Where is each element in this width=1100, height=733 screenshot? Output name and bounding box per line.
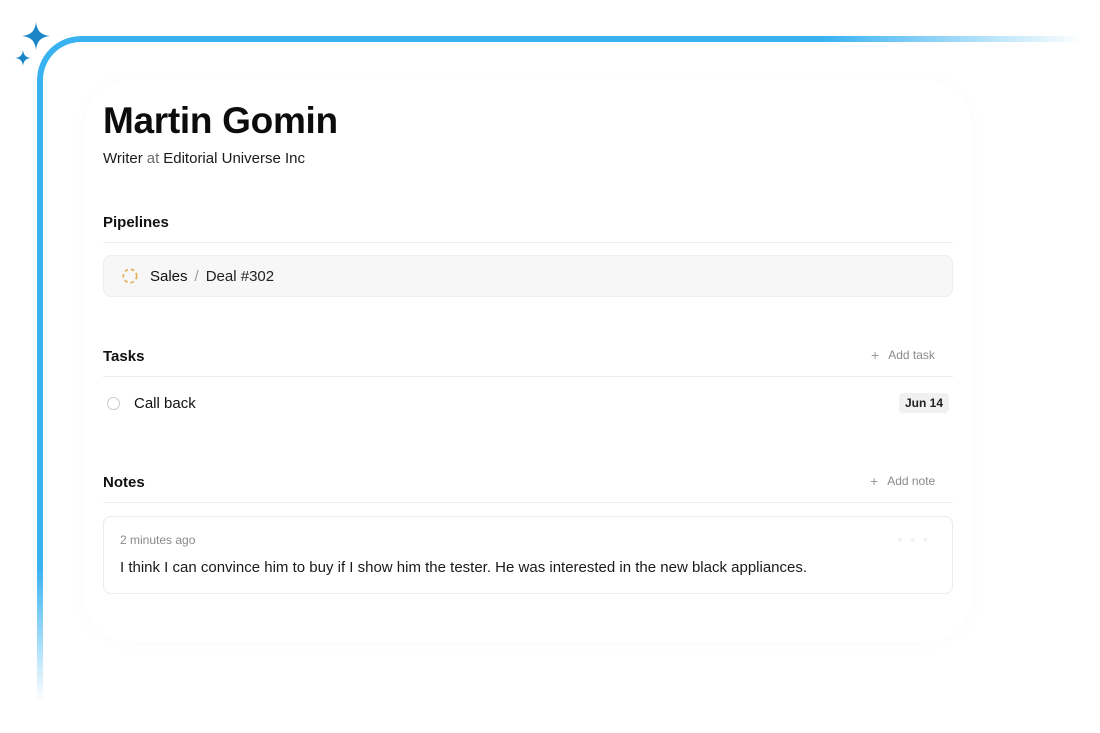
task-due-badge: Jun 14 xyxy=(898,393,949,413)
contact-role: Writer xyxy=(103,150,143,167)
contact-subtitle: Writer at Editorial Universe Inc xyxy=(103,150,305,167)
at-label: at xyxy=(146,150,160,167)
contact-company[interactable]: Editorial Universe Inc xyxy=(163,150,305,167)
pipelines-divider xyxy=(103,242,953,243)
tasks-divider xyxy=(103,376,953,377)
stage: Martin Gomin Writer at Editorial Universe … xyxy=(0,0,1100,733)
task-checkbox[interactable] xyxy=(107,396,120,410)
pipeline-item[interactable]: Sales / Deal #302 xyxy=(103,255,953,297)
add-task-button[interactable]: + Add task xyxy=(871,348,935,362)
task-label[interactable]: Call back xyxy=(134,395,196,412)
notes-title: Notes xyxy=(103,474,145,491)
note-text: I think I can convince him to buy if I s… xyxy=(120,559,808,576)
pipelines-title: Pipelines xyxy=(103,214,169,231)
pipeline-name: Sales xyxy=(150,267,188,285)
plus-icon: + xyxy=(871,347,880,363)
add-note-label: Add note xyxy=(887,474,936,488)
add-note-button[interactable]: + Add note xyxy=(870,474,935,488)
task-item: Call back Jun 14 xyxy=(103,390,953,416)
more-icon[interactable]: • • • xyxy=(898,531,930,547)
dashed-circle-icon xyxy=(122,268,138,284)
sparkle-icon xyxy=(15,50,31,66)
add-task-label: Add task xyxy=(888,348,935,362)
pipeline-deal: Deal #302 xyxy=(205,267,275,285)
tasks-title: Tasks xyxy=(103,348,145,365)
note-item[interactable]: 2 minutes ago I think I can convince him… xyxy=(103,516,953,594)
contact-name: Martin Gomin xyxy=(103,100,338,141)
plus-icon: + xyxy=(870,473,879,489)
pipeline-separator: / xyxy=(194,267,199,285)
note-timestamp: 2 minutes ago xyxy=(120,533,196,547)
sparkle-icon xyxy=(22,22,50,50)
notes-divider xyxy=(103,502,953,503)
